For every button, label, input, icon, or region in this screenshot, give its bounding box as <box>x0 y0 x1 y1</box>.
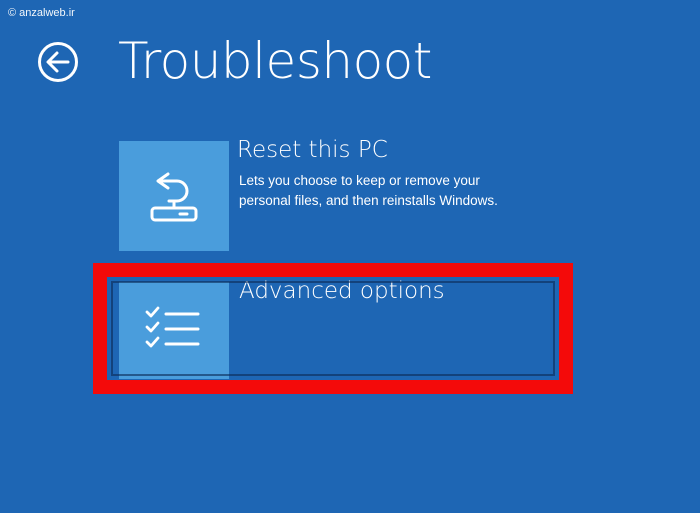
reset-description: Lets you choose to keep or remove your p… <box>239 173 498 208</box>
checklist-icon <box>145 306 200 347</box>
back-button[interactable] <box>37 41 79 83</box>
reset-this-pc-option[interactable]: Reset this PC Lets you choose to keep or… <box>119 137 498 251</box>
reset-title: Reset this PC <box>237 137 388 163</box>
watermark: © anzalweb.ir <box>8 7 75 19</box>
page-title: Troubleshoot <box>118 32 432 90</box>
advanced-title: Advanced options <box>239 278 445 304</box>
advanced-tile <box>119 282 229 379</box>
advanced-options-option[interactable]: Advanced options <box>119 278 559 379</box>
reset-pc-icon <box>150 172 198 222</box>
back-arrow-circle-icon <box>38 42 78 82</box>
reset-tile <box>119 141 229 251</box>
